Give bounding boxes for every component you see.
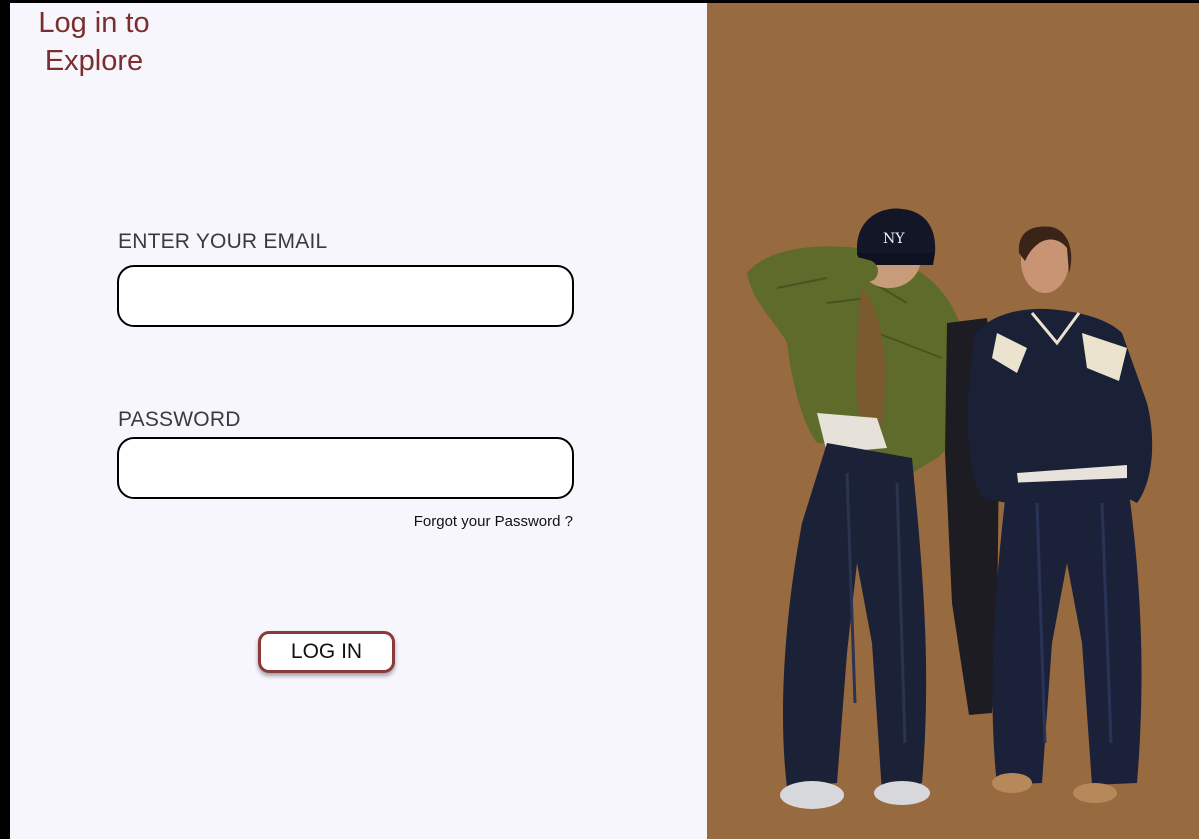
forgot-password-link[interactable]: Forgot your Password ? [414,513,573,530]
svg-text:NY: NY [883,231,905,247]
man-figure: NY [747,208,970,809]
email-field[interactable] [117,265,574,327]
fashion-models-photo: NY [747,208,1153,809]
login-panel: Log in to Explore ENTER YOUR EMAIL PASSW… [10,3,707,839]
login-button[interactable]: LOG IN [258,631,395,673]
password-field[interactable] [117,437,574,499]
page-title: Log in to Explore [38,7,150,77]
hero-image-panel: NY [707,3,1199,839]
email-label: ENTER YOUR EMAIL [118,230,328,253]
password-label: PASSWORD [118,408,241,431]
login-page: Log in to Explore ENTER YOUR EMAIL PASSW… [10,3,1199,839]
